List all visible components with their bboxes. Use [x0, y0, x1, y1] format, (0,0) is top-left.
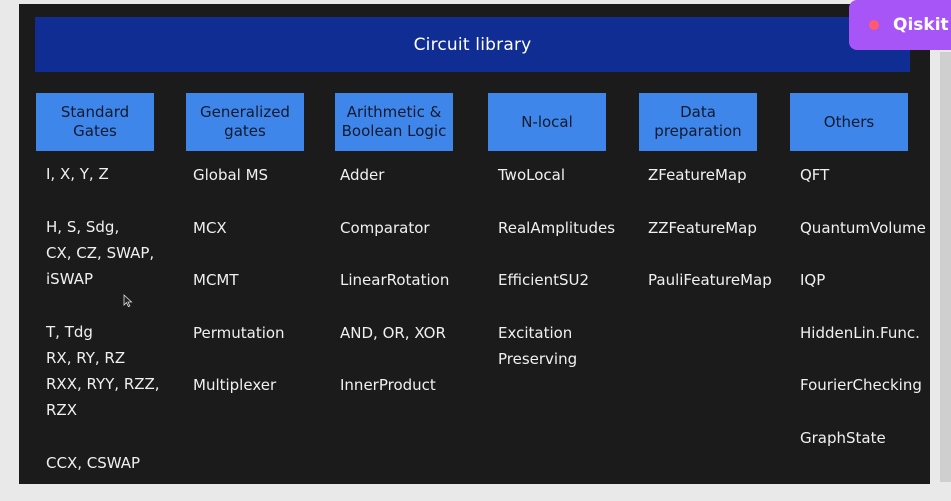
list-item: CCX, CSWAP	[46, 454, 141, 472]
column-header-generalized-gates: Generalized gates	[186, 93, 304, 151]
badge-label: Qiskit	[893, 15, 949, 35]
list-item: FourierChecking	[800, 376, 922, 394]
list-item: TwoLocal	[498, 166, 566, 184]
list-item: Excitation Preserving	[498, 324, 578, 368]
column-header-arithmetic-boolean: Arithmetic & Boolean Logic	[335, 93, 453, 151]
list-item: I, X, Y, Z	[46, 165, 109, 183]
mouse-cursor-icon	[123, 294, 133, 308]
list-item: AND, OR, XOR	[340, 324, 446, 342]
column-header-label: Generalized gates	[200, 103, 290, 140]
column-header-label: Arithmetic & Boolean Logic	[341, 103, 447, 140]
column-header-label: Others	[823, 112, 875, 131]
qiskit-badge[interactable]: Qiskit	[849, 0, 951, 50]
record-dot-icon	[869, 20, 879, 30]
list-item: QFT	[800, 166, 830, 184]
list-item: ZFeatureMap	[648, 166, 747, 184]
list-item: H, S, Sdg, CX, CZ, SWAP, iSWAP	[46, 218, 155, 288]
list-item: EfficientSU2	[498, 271, 590, 289]
list-item: T, Tdg RX, RY, RZ RXX, RYY, RZZ, RZX	[46, 323, 160, 419]
scrollbar[interactable]	[940, 52, 951, 482]
list-item: LinearRotation	[340, 271, 450, 289]
slide-title-banner: Circuit library	[35, 17, 910, 72]
slide-title: Circuit library	[413, 34, 532, 55]
column-header-label: Standard Gates	[60, 103, 130, 140]
column-header-others: Others	[790, 93, 908, 151]
column-header-data-preparation: Data preparation	[639, 93, 757, 151]
column-header-n-local: N-local	[488, 93, 606, 151]
list-item: QuantumVolume	[800, 219, 926, 237]
list-item: GraphState	[800, 429, 886, 447]
column-header-label: Data preparation	[654, 103, 742, 140]
list-item: MCMT	[193, 271, 239, 289]
list-item: HiddenLin.Func.	[800, 324, 920, 342]
list-item: RealAmplitudes	[498, 219, 616, 237]
column-header-standard-gates: Standard Gates	[36, 93, 154, 151]
list-item: ZZFeatureMap	[648, 219, 757, 237]
list-item: Global MS	[193, 166, 269, 184]
column-header-label: N-local	[521, 112, 573, 131]
list-item: Multiplexer	[193, 376, 277, 394]
screen: Circuit library Standard Gates Generaliz…	[0, 0, 951, 501]
list-item: InnerProduct	[340, 376, 436, 394]
list-item: IQP	[800, 271, 826, 289]
list-item: Comparator	[340, 219, 430, 237]
list-item: MCX	[193, 219, 227, 237]
list-item: Adder	[340, 166, 385, 184]
list-item: PauliFeatureMap	[648, 271, 772, 289]
list-item: Permutation	[193, 324, 285, 342]
